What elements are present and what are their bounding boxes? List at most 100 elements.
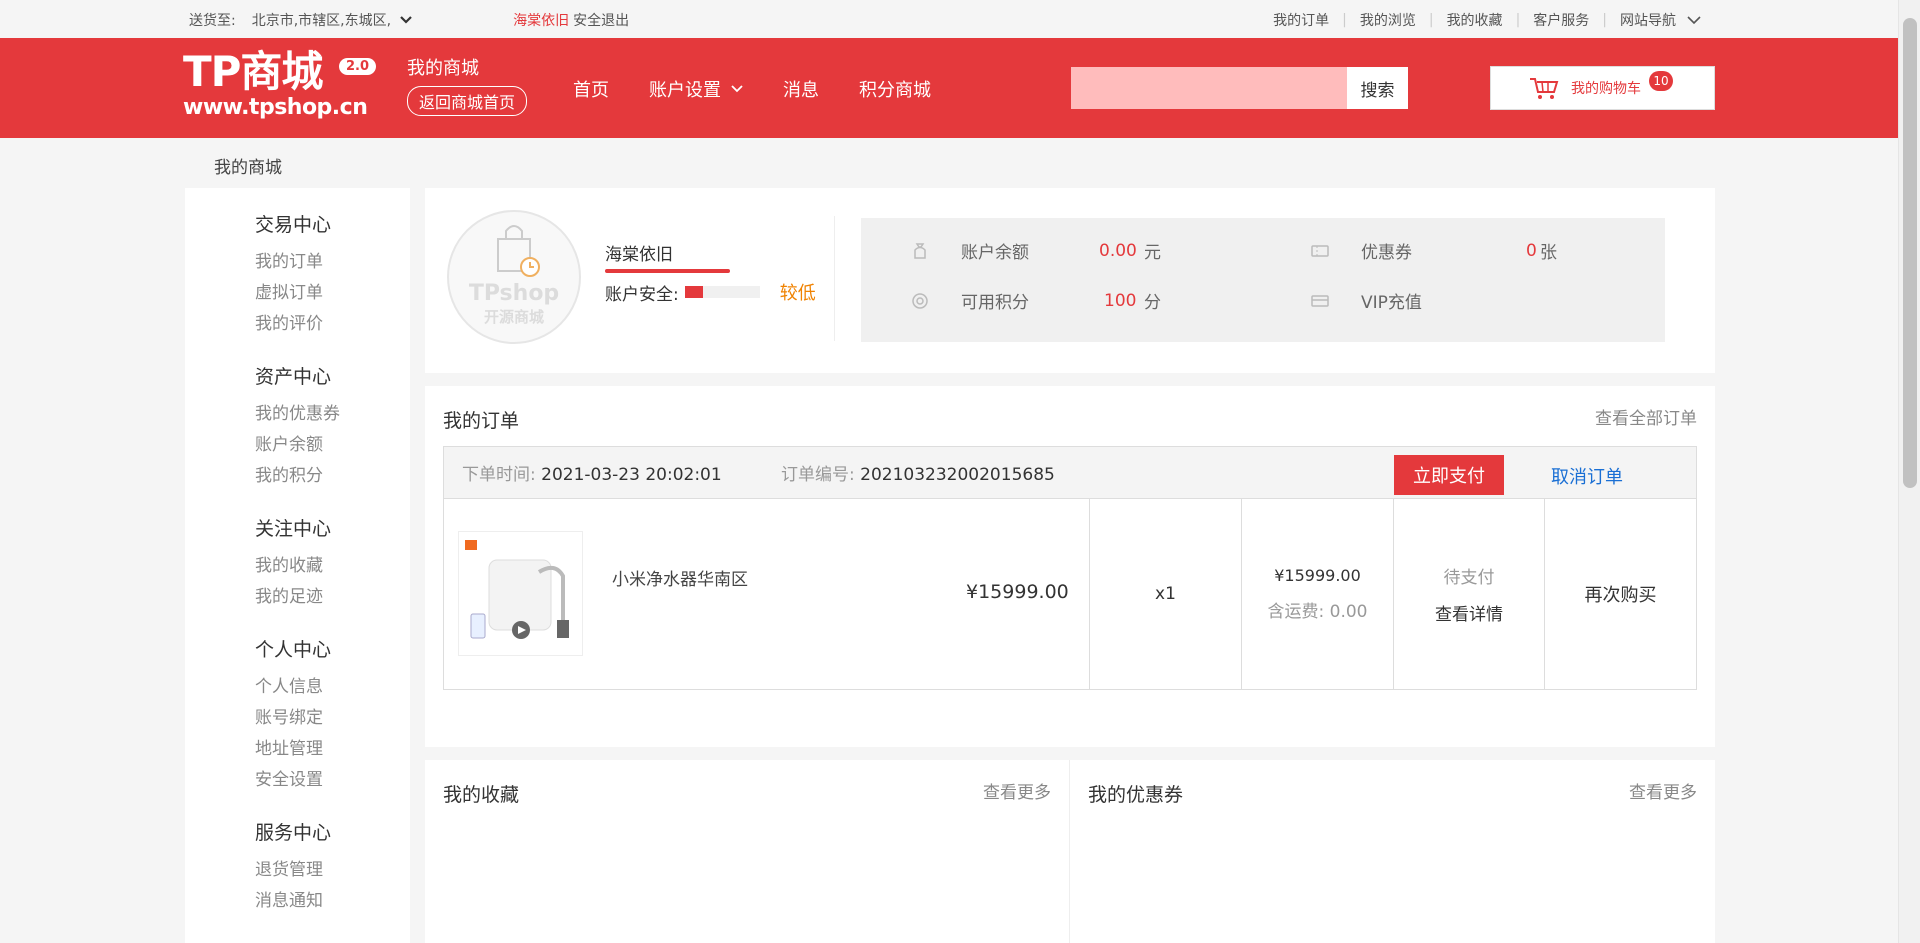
order-item-row: 小米净水器华南区 ¥15999.00 x1 ¥15999.00 含运费: 0.0… (444, 499, 1696, 689)
quantity: x1 (1155, 584, 1176, 604)
view-details-link[interactable]: 查看详情 (1435, 600, 1503, 625)
sidebar-group-title: 资产中心 (255, 366, 332, 388)
avatar-brand: TPshop (468, 281, 560, 306)
order-time-label: 下单时间: (462, 465, 536, 485)
top-utility-bar: 送货至: 北京市,市辖区,东城区, 海棠依旧 安全退出 我的订单 | 我的浏览 … (0, 0, 1920, 38)
sidebar-item-notifications[interactable]: 消息通知 (255, 886, 410, 917)
orders-section: 我的订单 查看全部订单 下单时间: 2021-03-23 20:02:01 订单… (425, 386, 1715, 747)
sidebar-group-personal: 个人中心 个人信息 账号绑定 地址管理 安全设置 (185, 635, 410, 796)
shipping-value: 0.00 (1329, 602, 1368, 622)
profile-username: 海棠依旧 (605, 245, 673, 265)
search-input[interactable] (1071, 67, 1347, 109)
bottom-cards: 我的收藏 查看更多 我的优惠券 查看更多 (425, 760, 1715, 943)
orders-title: 我的订单 (443, 410, 520, 432)
my-mall-block: 我的商城 返回商城首页 (407, 54, 528, 116)
product-thumbnail[interactable] (458, 531, 583, 656)
deliver-label: 送货至: (189, 13, 236, 29)
page-scrollbar[interactable] (1898, 0, 1920, 943)
site-logo[interactable]: TP商城 2.0 www.tpshop.cn (183, 47, 377, 120)
coupons-more-link[interactable]: 查看更多 (1629, 778, 1697, 803)
divider: | (1342, 12, 1347, 28)
rebuy-button[interactable]: 再次购买 (1585, 581, 1657, 607)
stat-points[interactable]: 可用积分 100 分 (911, 288, 1161, 313)
balance-label: 账户余额 (961, 243, 1029, 263)
top-link-history[interactable]: 我的浏览 (1360, 10, 1416, 30)
sidebar-group-title: 服务中心 (255, 822, 332, 844)
account-stats: 账户余额 0.00 元 优惠券 0 张 可用积分 100 分 VIP充值 (861, 218, 1665, 342)
sidebar-item-my-reviews[interactable]: 我的评价 (255, 309, 410, 340)
sidebar-item-virtual-orders[interactable]: 虚拟订单 (255, 278, 410, 309)
nav-home[interactable]: 首页 (573, 76, 609, 102)
location-selector[interactable]: 北京市,市辖区,东城区, (252, 10, 413, 30)
cart-button[interactable]: 我的购物车 10 (1490, 66, 1715, 110)
username-underline (605, 269, 730, 273)
search-button[interactable]: 搜索 (1347, 67, 1408, 109)
stat-vip-recharge[interactable]: VIP充值 (1311, 288, 1422, 313)
favorites-card: 我的收藏 查看更多 (425, 760, 1069, 943)
sidebar-item-profile[interactable]: 个人信息 (255, 672, 410, 703)
product-name[interactable]: 小米净水器华南区 (612, 565, 748, 590)
sidebar-item-my-coupons[interactable]: 我的优惠券 (255, 399, 410, 430)
avatar[interactable]: TPshop 开源商城 (447, 210, 581, 344)
favorites-title: 我的收藏 (443, 784, 520, 806)
order-time-value: 2021-03-23 20:02:01 (541, 465, 722, 485)
coupon-value: 0 (1526, 240, 1537, 261)
balance-value: 0.00 (1099, 240, 1137, 261)
sidebar-item-account-binding[interactable]: 账号绑定 (255, 703, 410, 734)
coupon-unit: 张 (1540, 243, 1557, 263)
sidebar-group-title: 交易中心 (255, 214, 332, 236)
order-number: 订单编号: 202103232002015685 (781, 460, 1055, 485)
security-bar (684, 286, 760, 298)
breadcrumb[interactable]: 我的商城 (214, 153, 282, 178)
top-link-favorites[interactable]: 我的收藏 (1447, 10, 1503, 30)
sidebar-item-addresses[interactable]: 地址管理 (255, 734, 410, 765)
search-bar: 搜索 (1071, 67, 1408, 109)
security-label: 账户安全: (605, 284, 679, 305)
points-value: 100 (1104, 290, 1137, 311)
balance-unit: 元 (1144, 243, 1161, 263)
top-link-sitenav[interactable]: 网站导航 (1620, 10, 1676, 30)
order-status: 待支付 (1443, 568, 1495, 588)
water-purifier-image (465, 540, 569, 639)
logo-version-badge: 2.0 (339, 58, 377, 75)
stat-coupons[interactable]: 优惠券 0 张 (1311, 238, 1557, 263)
favorites-more-link[interactable]: 查看更多 (983, 778, 1051, 803)
chevron-down-icon (400, 16, 412, 24)
main-nav: 首页 账户设置 消息 积分商城 (573, 76, 971, 102)
scrollbar-thumb[interactable] (1903, 18, 1917, 488)
top-link-orders[interactable]: 我的订单 (1273, 10, 1329, 30)
shipping-info: 含运费: 0.00 (1268, 597, 1368, 622)
sidebar-item-favorites[interactable]: 我的收藏 (255, 551, 410, 582)
money-bag-icon (911, 242, 929, 260)
sidebar-item-security[interactable]: 安全设置 (255, 765, 410, 796)
back-home-button[interactable]: 返回商城首页 (407, 86, 528, 116)
quantity-cell: x1 (1089, 499, 1241, 689)
logout-link[interactable]: 安全退出 (573, 10, 629, 30)
coin-icon (911, 292, 929, 310)
sidebar-item-returns[interactable]: 退货管理 (255, 855, 410, 886)
points-unit: 分 (1144, 293, 1161, 313)
username-link[interactable]: 海棠依旧 (513, 10, 569, 30)
security-level: 较低 (779, 283, 816, 304)
coupon-label: 优惠券 (1361, 243, 1412, 263)
total-cell: ¥15999.00 含运费: 0.00 (1241, 499, 1393, 689)
view-all-orders-link[interactable]: 查看全部订单 (1595, 404, 1697, 429)
nav-points-mall[interactable]: 积分商城 (859, 76, 931, 102)
nav-messages[interactable]: 消息 (783, 76, 819, 102)
top-link-service[interactable]: 客户服务 (1533, 10, 1589, 30)
coupons-title: 我的优惠券 (1088, 784, 1184, 806)
cancel-order-button[interactable]: 取消订单 (1551, 463, 1623, 489)
sidebar-item-footprints[interactable]: 我的足迹 (255, 582, 410, 613)
order-card: 下单时间: 2021-03-23 20:02:01 订单编号: 20210323… (443, 446, 1697, 690)
nav-account-settings[interactable]: 账户设置 (649, 76, 743, 102)
pay-now-button[interactable]: 立即支付 (1394, 455, 1504, 495)
stat-balance[interactable]: 账户余额 0.00 元 (911, 238, 1161, 263)
sidebar-item-balance[interactable]: 账户余额 (255, 430, 410, 461)
sidebar-group-service: 服务中心 退货管理 消息通知 (185, 818, 410, 917)
logo-main: TP商城 (183, 47, 323, 96)
sidebar-item-my-orders[interactable]: 我的订单 (255, 247, 410, 278)
location-text: 北京市,市辖区,东城区, (251, 13, 392, 29)
sidebar-group-trade: 交易中心 我的订单 虚拟订单 我的评价 (185, 210, 410, 340)
action-cell: 再次购买 (1544, 499, 1696, 689)
sidebar-item-points[interactable]: 我的积分 (255, 461, 410, 492)
